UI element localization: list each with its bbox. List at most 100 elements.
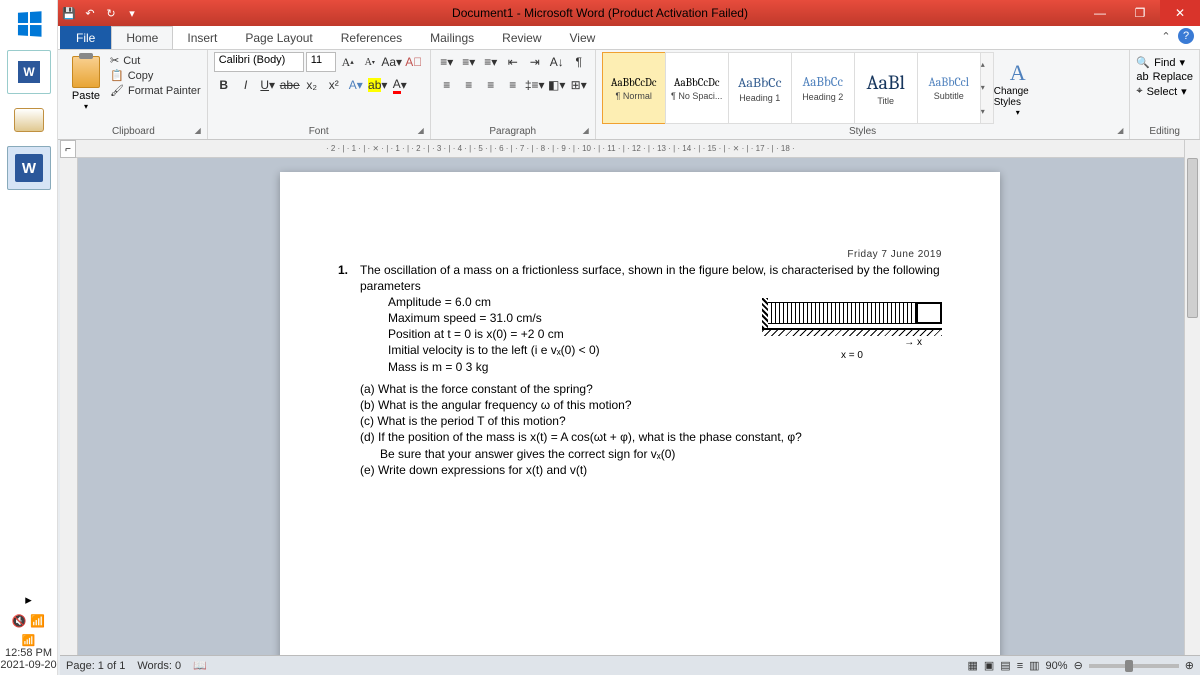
view-outline[interactable]: ≡ xyxy=(1017,660,1023,672)
italic-button[interactable]: I xyxy=(236,75,256,95)
taskbar-word-small[interactable]: W xyxy=(7,50,51,94)
align-left-button[interactable]: ≡ xyxy=(437,75,457,95)
tab-home[interactable]: Home xyxy=(111,26,173,49)
cut-button[interactable]: ✂Cut xyxy=(110,54,201,67)
align-center-button[interactable]: ≡ xyxy=(459,75,479,95)
vertical-ruler[interactable] xyxy=(60,158,78,655)
show-marks-button[interactable]: ¶ xyxy=(569,52,589,72)
maximize-button[interactable]: ❐ xyxy=(1120,0,1160,26)
subscript-button[interactable]: x₂ xyxy=(302,75,322,95)
font-launcher[interactable]: ◢ xyxy=(418,126,424,135)
superscript-button[interactable]: x² xyxy=(324,75,344,95)
cursor-icon: ⌖ xyxy=(1136,85,1142,98)
replace-button[interactable]: abReplace xyxy=(1136,71,1193,83)
justify-button[interactable]: ≡ xyxy=(503,75,523,95)
page[interactable]: Friday 7 June 2019 1. The oscillation of… xyxy=(280,172,1000,655)
font-size-select[interactable]: 11 xyxy=(306,52,336,72)
view-web[interactable]: ▤ xyxy=(1000,659,1010,672)
ribbon: Paste ▾ ✂Cut 📋Copy 🖌Format Painter Clipb… xyxy=(0,50,1200,140)
help-icon[interactable]: ? xyxy=(1178,28,1194,44)
select-button[interactable]: ⌖Select ▾ xyxy=(1136,85,1186,98)
style---normal[interactable]: AaBbCcDc¶ Normal xyxy=(602,52,666,124)
minimize-ribbon-icon[interactable]: ⌃ xyxy=(1158,28,1174,44)
tab-file[interactable]: File xyxy=(60,26,111,49)
copy-button[interactable]: 📋Copy xyxy=(110,69,201,82)
style-heading-2[interactable]: AaBbCcHeading 2 xyxy=(791,52,855,124)
zoom-in-button[interactable]: ⊕ xyxy=(1185,659,1194,672)
font-name-select[interactable]: Calibri (Body) xyxy=(214,52,304,72)
numbering-button[interactable]: ≡▾ xyxy=(459,52,479,72)
signal-icon[interactable]: 📶 xyxy=(0,634,57,647)
shading-button[interactable]: ◧▾ xyxy=(547,75,567,95)
sort-button[interactable]: A↓ xyxy=(547,52,567,72)
style---no-spaci---[interactable]: AaBbCcDc¶ No Spaci... xyxy=(665,52,729,124)
volume-icon[interactable]: 🔇 📶 xyxy=(0,614,57,628)
grow-font-button[interactable]: A▴ xyxy=(338,52,358,72)
line-spacing-button[interactable]: ‡≡▾ xyxy=(525,75,545,95)
zoom-level[interactable]: 90% xyxy=(1046,660,1068,672)
clock-date[interactable]: 2021-09-20 xyxy=(0,659,57,671)
view-print-layout[interactable]: ▦ xyxy=(967,659,977,672)
align-right-button[interactable]: ≡ xyxy=(481,75,501,95)
paragraph-launcher[interactable]: ◢ xyxy=(583,126,589,135)
multilevel-button[interactable]: ≡▾ xyxy=(481,52,501,72)
underline-button[interactable]: U▾ xyxy=(258,75,278,95)
tab-insert[interactable]: Insert xyxy=(173,26,231,49)
sub-question: Be sure that your answer gives the corre… xyxy=(360,446,942,462)
bullets-button[interactable]: ≡▾ xyxy=(437,52,457,72)
find-button[interactable]: 🔍Find ▾ xyxy=(1136,56,1185,69)
scrollbar-thumb[interactable] xyxy=(1187,158,1198,318)
format-painter-button[interactable]: 🖌Format Painter xyxy=(110,84,201,97)
clear-format-button[interactable]: A⃠ xyxy=(404,52,424,72)
spring-figure: → x x = 0 xyxy=(762,298,942,363)
clock-time[interactable]: 12:58 PM xyxy=(0,647,57,659)
style-heading-1[interactable]: AaBbCcHeading 1 xyxy=(728,52,792,124)
paint-icon xyxy=(14,108,44,132)
tab-review[interactable]: Review xyxy=(488,26,555,49)
style-subtitle[interactable]: AaBbCclSubtitle xyxy=(917,52,981,124)
ruler-corner[interactable]: ⌐ xyxy=(60,140,76,158)
vertical-scrollbar[interactable] xyxy=(1184,140,1200,655)
qat-customize[interactable]: ▾ xyxy=(123,4,141,22)
styles-more-button[interactable]: ▴▾▾ xyxy=(980,52,994,124)
view-draft[interactable]: ▥ xyxy=(1029,659,1039,672)
tab-mailings[interactable]: Mailings xyxy=(416,26,488,49)
qat-redo[interactable]: ↻ xyxy=(102,4,120,22)
shrink-font-button[interactable]: A▾ xyxy=(360,52,380,72)
change-styles-button[interactable]: AChange Styles▾ xyxy=(994,52,1042,124)
qat-undo[interactable]: ↶ xyxy=(81,4,99,22)
inc-indent-button[interactable]: ⇥ xyxy=(525,52,545,72)
start-button[interactable] xyxy=(0,0,58,48)
taskbar-paint[interactable] xyxy=(7,98,51,142)
tab-references[interactable]: References xyxy=(327,26,416,49)
clipboard-launcher[interactable]: ◢ xyxy=(195,126,201,135)
change-case-button[interactable]: Aa▾ xyxy=(382,52,402,72)
text-effects-button[interactable]: A▾ xyxy=(346,75,366,95)
group-clipboard: Paste ▾ ✂Cut 📋Copy 🖌Format Painter Clipb… xyxy=(60,50,208,139)
strike-button[interactable]: abe xyxy=(280,75,300,95)
highlight-button[interactable]: ab▾ xyxy=(368,75,388,95)
zoom-slider[interactable] xyxy=(1089,664,1179,668)
font-color-button[interactable]: A▾ xyxy=(390,75,410,95)
question-number: 1. xyxy=(338,262,352,478)
horizontal-ruler[interactable]: · 2 · | · 1 · | · ⨯ · | · 1 · | · 2 · | … xyxy=(76,140,1200,158)
zoom-out-button[interactable]: ⊖ xyxy=(1074,659,1083,672)
style-title[interactable]: AaBlTitle xyxy=(854,52,918,124)
close-button[interactable]: ✕ xyxy=(1160,0,1200,26)
minimize-button[interactable]: — xyxy=(1080,0,1120,26)
view-fullscreen[interactable]: ▣ xyxy=(984,659,994,672)
page-indicator[interactable]: Page: 1 of 1 xyxy=(66,660,125,672)
document-area: Friday 7 June 2019 1. The oscillation of… xyxy=(60,158,1184,655)
dec-indent-button[interactable]: ⇤ xyxy=(503,52,523,72)
paste-button[interactable]: Paste ▾ xyxy=(66,52,106,111)
bold-button[interactable]: B xyxy=(214,75,234,95)
sub-question: (e) Write down expressions for x(t) and … xyxy=(360,462,942,478)
spellcheck-icon[interactable]: 📖 xyxy=(193,659,207,672)
borders-button[interactable]: ⊞▾ xyxy=(569,75,589,95)
word-count[interactable]: Words: 0 xyxy=(137,660,181,672)
qat-save[interactable]: 💾 xyxy=(60,4,78,22)
tab-view[interactable]: View xyxy=(556,26,610,49)
tab-pagelayout[interactable]: Page Layout xyxy=(231,26,326,49)
taskbar-word[interactable]: W xyxy=(7,146,51,190)
styles-launcher[interactable]: ◢ xyxy=(1117,126,1123,135)
